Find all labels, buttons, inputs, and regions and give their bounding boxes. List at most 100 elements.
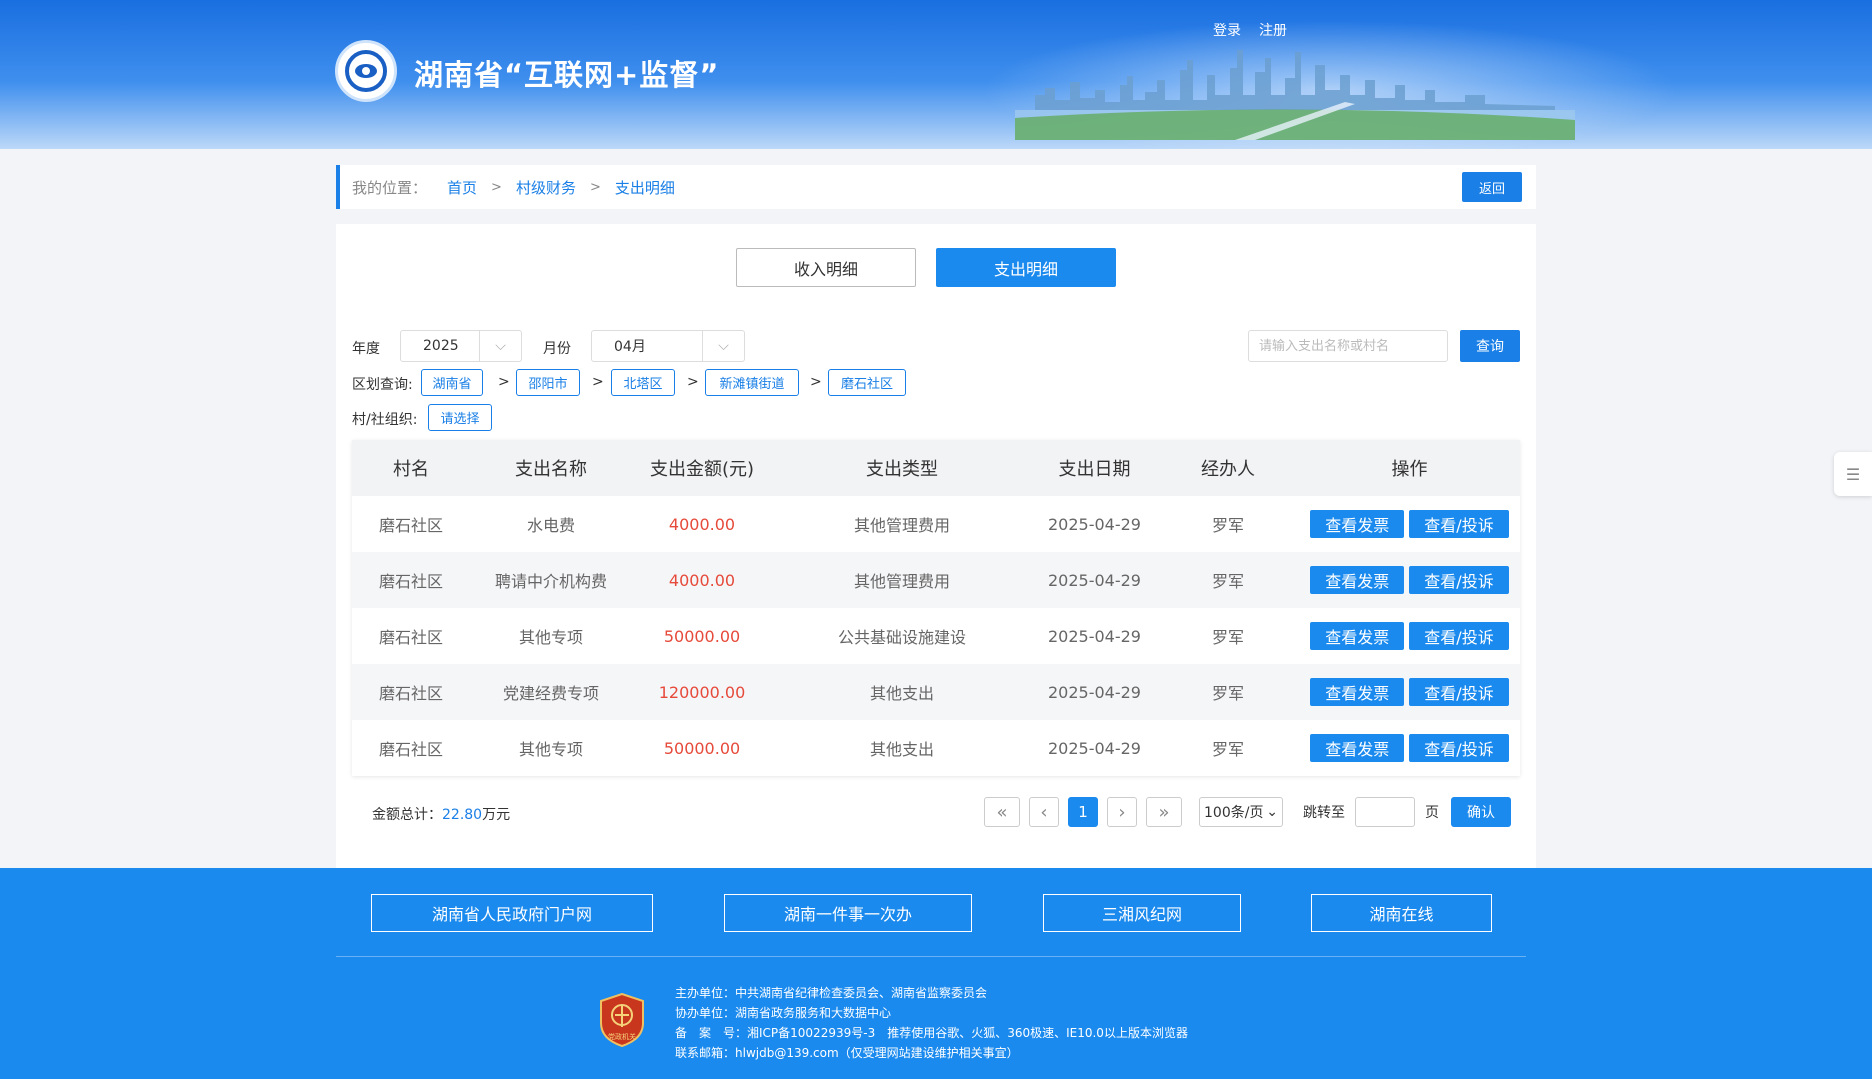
cell-name: 其他专项 — [518, 740, 583, 759]
year-label: 年度 — [352, 341, 380, 357]
cell-date: 2025-04-29 — [1048, 682, 1141, 702]
cell-handler: 罗军 — [1211, 572, 1244, 591]
org-select[interactable]: 请选择 — [428, 404, 492, 431]
view-complain-button[interactable]: 查看/投诉 — [1409, 510, 1509, 538]
view-invoice-button[interactable]: 查看发票 — [1310, 510, 1405, 538]
region-label: 区划查询: — [352, 377, 413, 393]
view-invoice-button[interactable]: 查看发票 — [1310, 678, 1405, 706]
region-separator: > — [687, 374, 699, 390]
jump-page-input[interactable] — [1355, 797, 1415, 827]
total-amount: 金额总计：22.80万元 — [372, 804, 510, 824]
footer-link-hunan-online[interactable]: 湖南在线 — [1311, 894, 1492, 932]
view-invoice-button[interactable]: 查看发票 — [1310, 622, 1405, 650]
breadcrumb-separator: > — [491, 179, 502, 195]
footer-link-one-thing[interactable]: 湖南一件事一次办 — [724, 894, 972, 932]
cell-type: 其他支出 — [869, 684, 934, 703]
side-menu-toggle[interactable]: ☰ — [1834, 452, 1872, 496]
next-page-button[interactable]: › — [1107, 797, 1137, 827]
footer-link-gov-portal[interactable]: 湖南省人民政府门户网 — [371, 894, 653, 932]
prev-page-button[interactable]: ‹ — [1029, 797, 1059, 827]
region-street[interactable]: 新滩镇街道 — [705, 369, 799, 396]
breadcrumb-home[interactable]: 首页 — [447, 177, 477, 198]
cell-actions: 查看发票 查看/投诉 — [1299, 734, 1520, 762]
query-button[interactable]: 查询 — [1460, 330, 1520, 362]
tab-income-detail[interactable]: 收入明细 — [736, 248, 916, 287]
main-panel: 收入明细 支出明细 年度 2025 ⌵ 月份 04月 ⌵ 查询 区划查询: 湖南… — [336, 224, 1536, 868]
table-row: 磨石社区 党建经费专项 120000.00 其他支出 2025-04-29 罗军… — [352, 664, 1520, 720]
view-complain-button[interactable]: 查看/投诉 — [1409, 622, 1509, 650]
cell-name: 其他专项 — [518, 628, 583, 647]
table-row: 磨石社区 其他专项 50000.00 公共基础设施建设 2025-04-29 罗… — [352, 608, 1520, 664]
cell-date: 2025-04-29 — [1048, 570, 1141, 590]
cell-amount: 4000.00 — [668, 570, 736, 590]
table-row: 磨石社区 水电费 4000.00 其他管理费用 2025-04-29 罗军 查看… — [352, 496, 1520, 552]
cell-date: 2025-04-29 — [1048, 514, 1141, 534]
register-link[interactable]: 注册 — [1259, 20, 1287, 40]
view-invoice-button[interactable]: 查看发票 — [1310, 734, 1405, 762]
page-size-value: 100条/页 — [1204, 805, 1264, 821]
cell-type: 其他管理费用 — [853, 516, 950, 535]
last-page-button[interactable]: » — [1146, 797, 1182, 827]
cell-date: 2025-04-29 — [1048, 626, 1141, 646]
total-unit: 万元 — [482, 807, 511, 823]
cell-handler: 罗军 — [1211, 684, 1244, 703]
region-district[interactable]: 北塔区 — [611, 369, 675, 396]
breadcrumb-separator: > — [589, 179, 601, 195]
header-handler: 经办人 — [1201, 459, 1255, 480]
footer-email: 联系邮箱：hlwjdb@139.com（仅受理网站建设维护相关事宜） — [675, 1046, 1019, 1060]
login-link[interactable]: 登录 — [1213, 20, 1241, 40]
cell-actions: 查看发票 查看/投诉 — [1299, 510, 1520, 538]
footer-link-sanxiang[interactable]: 三湘风纪网 — [1043, 894, 1241, 932]
view-invoice-button[interactable]: 查看发票 — [1310, 566, 1405, 594]
back-button[interactable]: 返回 — [1462, 172, 1522, 202]
month-label: 月份 — [543, 341, 571, 357]
month-select[interactable]: 04月 ⌵ — [591, 330, 745, 362]
region-province[interactable]: 湖南省 — [421, 369, 483, 396]
cell-handler: 罗军 — [1211, 516, 1244, 535]
footer-co-host: 协办单位：湖南省政务服务和大数据中心 — [675, 1006, 892, 1020]
cell-handler: 罗军 — [1211, 628, 1244, 647]
breadcrumb-label: 我的位置： — [352, 178, 428, 197]
month-value: 04月 — [614, 339, 646, 355]
tab-expense-detail[interactable]: 支出明细 — [936, 248, 1116, 287]
chevron-down-icon: ⌵ — [702, 331, 744, 361]
view-complain-button[interactable]: 查看/投诉 — [1409, 734, 1509, 762]
page-number-current[interactable]: 1 — [1068, 797, 1098, 827]
jump-confirm-button[interactable]: 确认 — [1451, 797, 1511, 827]
region-community[interactable]: 磨石社区 — [828, 369, 906, 396]
cell-type: 公共基础设施建设 — [837, 628, 966, 647]
cell-type: 其他管理费用 — [853, 572, 950, 591]
table-header: 村名 支出名称 支出金额(元) 支出类型 支出日期 经办人 操作 — [352, 440, 1520, 496]
page-size-select[interactable]: 100条/页 ⌄ — [1199, 797, 1283, 827]
cell-village: 磨石社区 — [378, 572, 443, 591]
account-links: 登录 注册 — [1213, 20, 1287, 40]
site-header: 湖南省“互联网+监督” 登录 注册 — [0, 0, 1872, 149]
site-logo[interactable] — [335, 40, 397, 102]
view-complain-button[interactable]: 查看/投诉 — [1409, 678, 1509, 706]
cell-village: 磨石社区 — [378, 684, 443, 703]
cell-amount: 50000.00 — [663, 738, 741, 758]
party-government-badge-icon[interactable]: 党政机关 — [599, 993, 645, 1047]
cell-actions: 查看发票 查看/投诉 — [1299, 678, 1520, 706]
table-row: 磨石社区 其他专项 50000.00 其他支出 2025-04-29 罗军 查看… — [352, 720, 1520, 776]
region-city[interactable]: 邵阳市 — [516, 369, 580, 396]
org-label: 村/社组织: — [352, 412, 418, 428]
search-input[interactable] — [1248, 330, 1448, 362]
footer-divider — [336, 956, 1526, 957]
breadcrumb: 我的位置： 首页 > 村级财务 > 支出明细 返回 — [336, 165, 1536, 209]
breadcrumb-village-finance[interactable]: 村级财务 — [516, 177, 576, 198]
view-complain-button[interactable]: 查看/投诉 — [1409, 566, 1509, 594]
breadcrumb-expense-detail[interactable]: 支出明细 — [615, 177, 675, 198]
header-amount: 支出金额(元) — [649, 459, 755, 480]
cell-amount: 120000.00 — [658, 682, 746, 702]
city-skyline-image — [1015, 50, 1575, 140]
first-page-button[interactable]: « — [984, 797, 1020, 827]
list-menu-icon: ☰ — [1845, 464, 1861, 484]
year-select[interactable]: 2025 ⌵ — [400, 330, 522, 362]
year-value: 2025 — [423, 338, 459, 354]
header-actions: 操作 — [1391, 459, 1428, 480]
region-separator: > — [498, 374, 510, 390]
page-unit-label: 页 — [1425, 805, 1439, 821]
cell-village: 磨石社区 — [378, 628, 443, 647]
expense-table: 村名 支出名称 支出金额(元) 支出类型 支出日期 经办人 操作 磨石社区 水电… — [352, 440, 1520, 776]
